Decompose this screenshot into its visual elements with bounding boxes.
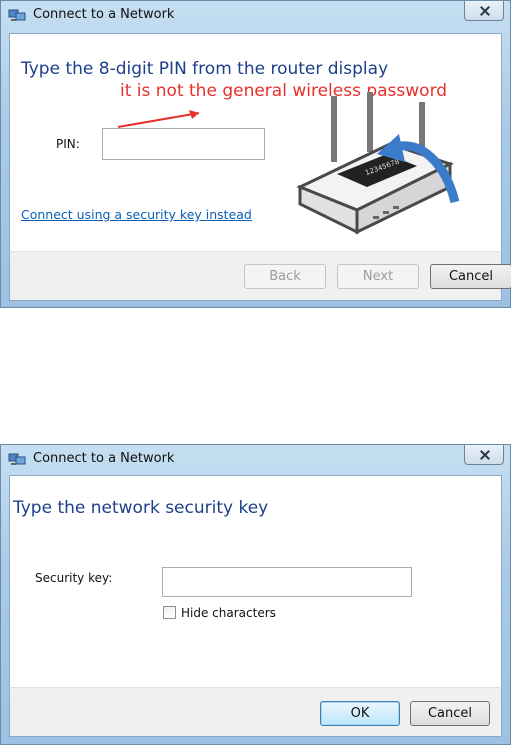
close-button[interactable]: [464, 1, 504, 21]
router-icon: 12345678: [296, 92, 460, 235]
dialog-content: Type the network security key Security k…: [9, 475, 502, 689]
button-bar: OK Cancel: [9, 687, 502, 737]
ok-button[interactable]: OK: [320, 701, 400, 726]
next-button[interactable]: Next: [337, 264, 419, 289]
security-key-link[interactable]: Connect using a security key instead: [21, 207, 252, 222]
network-icon: [8, 7, 26, 23]
security-key-dialog: Connect to a Network Type the network se…: [0, 444, 511, 745]
pin-input[interactable]: [102, 128, 265, 160]
pin-label: PIN:: [56, 137, 80, 151]
title-bar[interactable]: Connect to a Network: [1, 445, 510, 475]
cancel-button[interactable]: Cancel: [430, 264, 511, 289]
back-button[interactable]: Back: [244, 264, 326, 289]
title-bar[interactable]: Connect to a Network: [1, 1, 510, 31]
close-button[interactable]: [464, 445, 504, 465]
connect-pin-dialog: Connect to a Network Type the 8-digit PI…: [0, 0, 511, 308]
hide-characters-label[interactable]: Hide characters: [181, 606, 276, 620]
hide-characters-checkbox[interactable]: [163, 606, 176, 619]
security-key-label: Security key:: [35, 571, 113, 585]
button-bar: Back Next Cancel: [9, 251, 511, 301]
network-icon: [8, 451, 26, 467]
dialog-heading: Type the network security key: [13, 498, 269, 518]
dialog-content: Type the 8-digit PIN from the router dis…: [9, 33, 502, 253]
dialog-heading: Type the 8-digit PIN from the router dis…: [21, 59, 389, 79]
window-title: Connect to a Network: [33, 451, 175, 466]
security-key-input[interactable]: [162, 567, 412, 597]
cancel-button[interactable]: Cancel: [410, 701, 490, 726]
window-title: Connect to a Network: [33, 7, 175, 22]
